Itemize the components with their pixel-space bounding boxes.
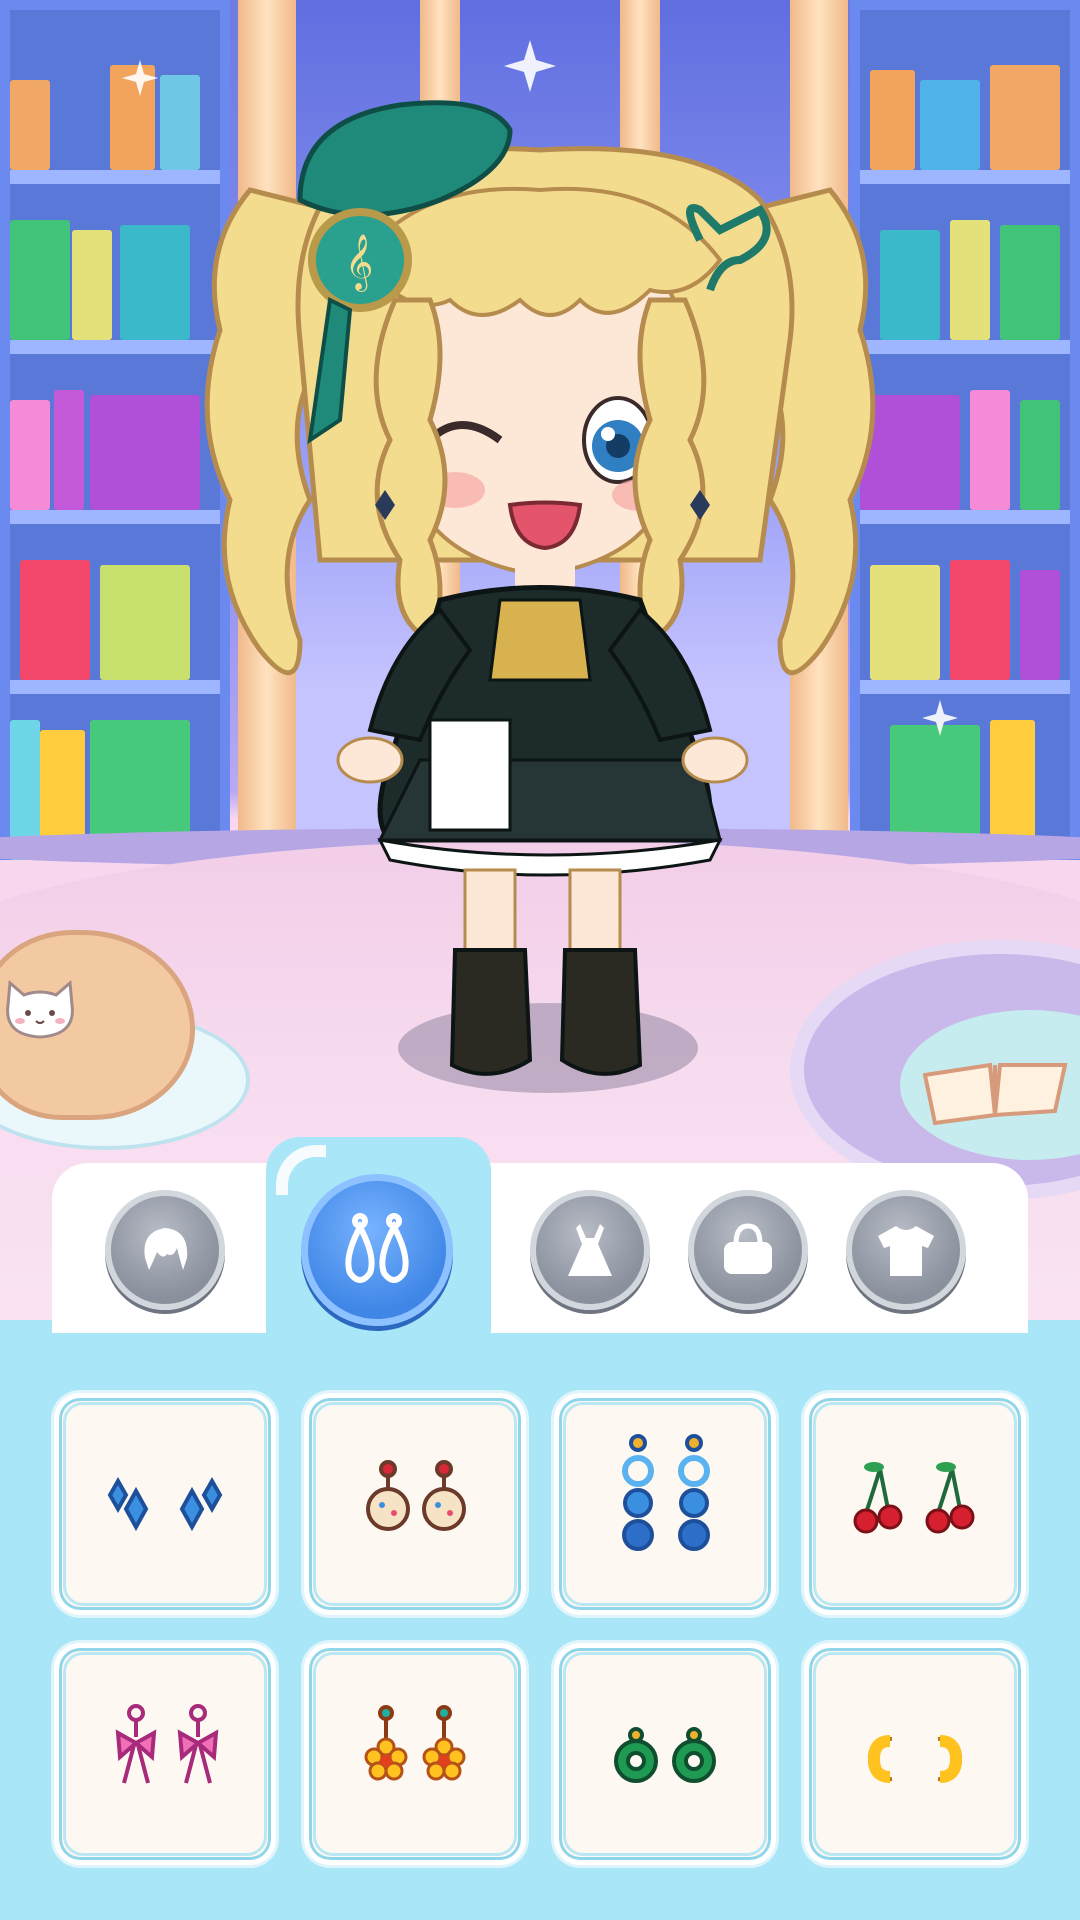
tab-bag[interactable] <box>688 1190 808 1310</box>
earring-item-blue-bead[interactable] <box>554 1393 776 1615</box>
pink-bow-earrings-icon <box>115 1704 219 1784</box>
earring-item-gold-hoop[interactable] <box>804 1643 1026 1865</box>
svg-text:𝄞: 𝄞 <box>345 234 373 292</box>
tshirt-icon <box>878 1226 934 1276</box>
gold-hoop-earrings-icon <box>867 1735 963 1783</box>
cookie-earrings-icon <box>366 1460 466 1531</box>
dress-icon <box>568 1224 612 1276</box>
blue-bead-drop-earrings-icon <box>622 1434 710 1551</box>
hair-icon <box>144 1228 188 1270</box>
tab-top[interactable] <box>846 1190 966 1310</box>
earring-item-cookie[interactable] <box>304 1393 526 1615</box>
handbag-icon <box>724 1223 772 1274</box>
yellow-flower-earrings-icon <box>364 1705 466 1781</box>
earring-item-cherry[interactable] <box>804 1393 1026 1615</box>
earrings-icon <box>345 1213 409 1283</box>
blue-diamond-earrings-icon <box>107 1476 223 1532</box>
doll-character: 𝄞 <box>122 40 958 1093</box>
tab-dress[interactable] <box>530 1190 650 1310</box>
tab-earrings[interactable] <box>301 1174 453 1326</box>
earring-item-green-jade[interactable] <box>554 1643 776 1865</box>
cherry-earrings-icon <box>853 1462 975 1534</box>
tab-hair[interactable] <box>105 1190 225 1310</box>
earring-item-blue-diamond[interactable] <box>54 1393 276 1615</box>
earring-item-yellow-flower[interactable] <box>304 1643 526 1865</box>
dressup-scene: 𝄞 <box>0 0 1080 1320</box>
earring-item-pink-bow[interactable] <box>54 1643 276 1865</box>
green-jade-earrings-icon <box>614 1727 716 1783</box>
